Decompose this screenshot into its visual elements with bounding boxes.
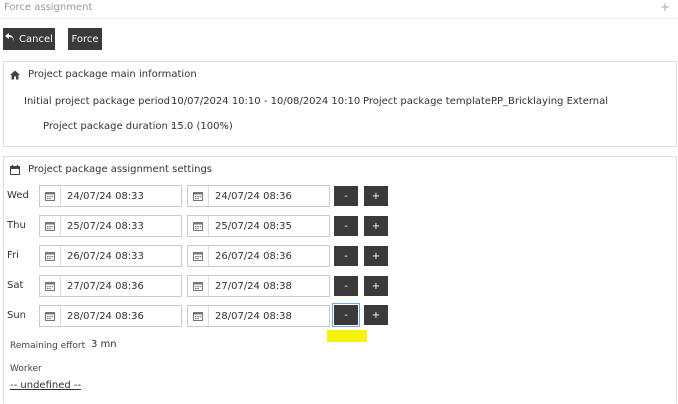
calendar-icon[interactable] — [40, 306, 61, 326]
calendar-icon[interactable] — [188, 186, 209, 206]
assignment-heading: Project package assignment settings — [10, 164, 212, 175]
increase-button[interactable]: + — [364, 246, 388, 266]
start-datetime-value: 24/07/24 08:33 — [67, 190, 144, 202]
increase-button[interactable]: + — [364, 216, 388, 236]
end-datetime-field[interactable]: 28/07/24 08:38 — [187, 305, 330, 327]
template-value: PP_Bricklaying External — [491, 96, 609, 107]
dialog-title: Force assignment — [4, 2, 93, 13]
duration-value: 15.0 (100%) — [171, 121, 233, 132]
end-datetime-field[interactable]: 25/07/24 08:35 — [187, 215, 330, 237]
calendar-icon[interactable] — [40, 186, 61, 206]
cancel-button[interactable]: Cancel — [3, 28, 55, 50]
decrease-button[interactable]: - — [334, 216, 358, 236]
increase-button[interactable]: + — [364, 276, 388, 296]
worker-label: Worker — [10, 364, 42, 374]
highlight-marker — [327, 330, 367, 342]
day-label: Thu — [7, 220, 26, 231]
calendar-icon[interactable] — [188, 216, 209, 236]
start-datetime-field[interactable]: 25/07/24 08:33 — [39, 215, 182, 237]
calendar-icon[interactable] — [40, 246, 61, 266]
period-value: 10/07/2024 10:10 - 10/08/2024 10:10 — [171, 96, 361, 107]
decrease-button[interactable]: - — [334, 276, 358, 296]
day-label: Wed — [7, 190, 29, 201]
end-datetime-value: 27/07/24 08:38 — [215, 280, 292, 292]
start-datetime-value: 28/07/24 08:36 — [67, 310, 144, 322]
end-datetime-value: 25/07/24 08:35 — [215, 220, 292, 232]
end-datetime-value: 26/07/24 08:36 — [215, 250, 292, 262]
start-datetime-field[interactable]: 26/07/24 08:33 — [39, 245, 182, 267]
decrease-button[interactable]: - — [334, 186, 358, 206]
worker-select-link[interactable]: -- undefined -- — [10, 380, 81, 391]
period-label: Initial project package period : — [24, 96, 177, 107]
cancel-button-label: Cancel — [19, 33, 53, 45]
force-button[interactable]: Force — [68, 28, 102, 50]
decrease-button-focused[interactable]: - — [332, 303, 360, 327]
start-datetime-value: 25/07/24 08:33 — [67, 220, 144, 232]
main-info-heading-text: Project package main information — [28, 69, 197, 80]
calendar-icon[interactable] — [188, 276, 209, 296]
remaining-effort-label: Remaining effort — [10, 341, 86, 351]
expand-icon[interactable]: + — [660, 0, 670, 14]
decrease-button[interactable]: - — [334, 246, 358, 266]
start-datetime-field[interactable]: 27/07/24 08:36 — [39, 275, 182, 297]
day-label: Fri — [7, 250, 19, 261]
title-divider — [0, 18, 678, 19]
increase-button[interactable]: + — [364, 186, 388, 206]
end-datetime-field[interactable]: 27/07/24 08:38 — [187, 275, 330, 297]
end-datetime-field[interactable]: 26/07/24 08:36 — [187, 245, 330, 267]
calendar-icon[interactable] — [188, 246, 209, 266]
main-info-panel: Project package main information Initial… — [3, 61, 677, 147]
calendar-icon[interactable] — [40, 276, 61, 296]
undo-arrow-icon — [5, 33, 15, 45]
calendar-icon[interactable] — [40, 216, 61, 236]
day-label: Sat — [7, 280, 24, 291]
template-label: Project package template : — [363, 96, 498, 107]
increase-button[interactable]: + — [364, 305, 388, 325]
calendar-icon — [10, 164, 20, 175]
calendar-icon[interactable] — [188, 306, 209, 326]
start-datetime-field[interactable]: 28/07/24 08:36 — [39, 305, 182, 327]
end-datetime-value: 28/07/24 08:38 — [215, 310, 292, 322]
assignment-heading-text: Project package assignment settings — [28, 164, 213, 175]
main-info-heading: Project package main information — [10, 69, 197, 80]
start-datetime-field[interactable]: 24/07/24 08:33 — [39, 185, 182, 207]
end-datetime-field[interactable]: 24/07/24 08:36 — [187, 185, 330, 207]
end-datetime-value: 24/07/24 08:36 — [215, 190, 292, 202]
start-datetime-value: 27/07/24 08:36 — [67, 280, 144, 292]
home-icon — [10, 70, 20, 80]
duration-label: Project package duration : — [43, 121, 175, 132]
start-datetime-value: 26/07/24 08:33 — [67, 250, 144, 262]
remaining-effort-value: 3 mn — [91, 339, 117, 350]
day-label: Sun — [7, 310, 27, 321]
